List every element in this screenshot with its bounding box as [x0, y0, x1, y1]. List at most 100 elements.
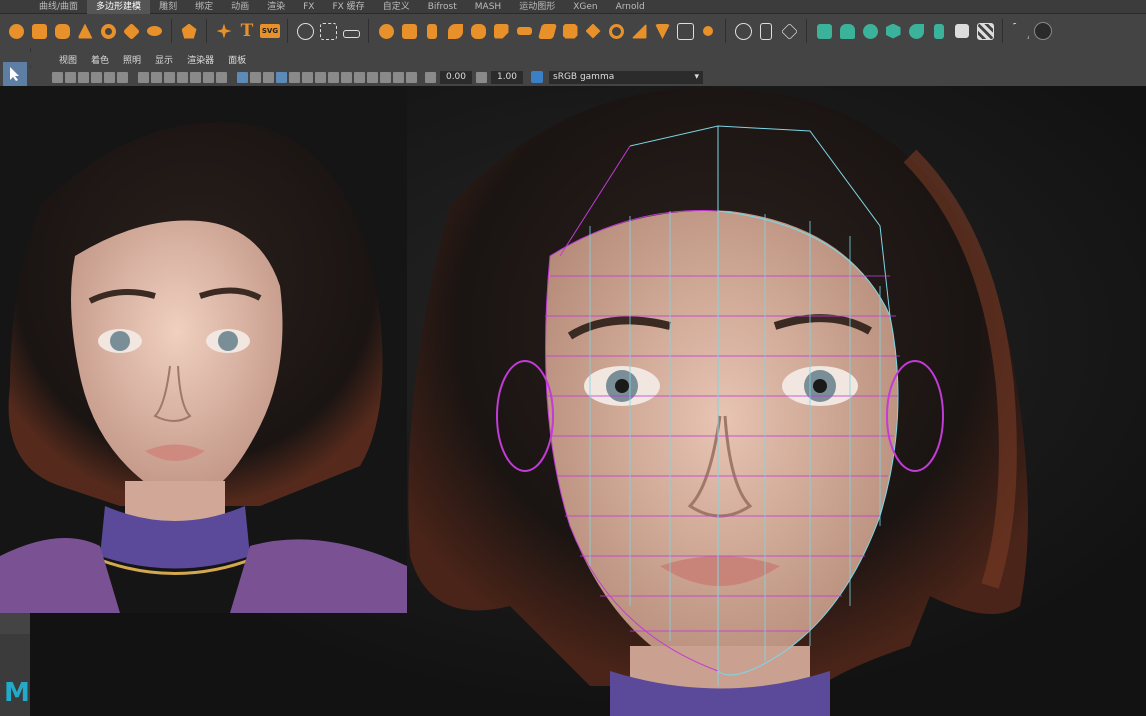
shelf-tab[interactable]: 曲线/曲面	[30, 0, 87, 14]
shelf-tab[interactable]: FX	[294, 0, 323, 14]
shelf-tab[interactable]: MASH	[466, 0, 510, 14]
xray-icon[interactable]	[380, 71, 391, 83]
text-tool-icon[interactable]: T	[237, 21, 257, 41]
two-d-pan-icon[interactable]	[104, 71, 115, 83]
shade-default-icon[interactable]	[263, 71, 274, 83]
field-chart-icon[interactable]	[190, 71, 201, 83]
resolution-gate-icon[interactable]	[164, 71, 175, 83]
poly-cube-icon[interactable]	[29, 21, 49, 41]
bookmark-icon[interactable]	[78, 71, 89, 83]
shadows-icon[interactable]	[315, 71, 326, 83]
symmetry-icon[interactable]	[1010, 21, 1030, 41]
booleans-icon[interactable]	[445, 21, 465, 41]
polygon-sweep-icon[interactable]	[295, 21, 315, 41]
shelf-tab[interactable]: FX 缓存	[323, 0, 373, 14]
uv-camera-icon[interactable]	[906, 21, 926, 41]
average-vertices-icon[interactable]	[491, 21, 511, 41]
right-pupil	[813, 379, 827, 393]
safe-action-icon[interactable]	[203, 71, 214, 83]
poke-icon[interactable]	[652, 21, 672, 41]
gamma-icon[interactable]	[476, 71, 487, 83]
shelf-tab[interactable]: 雕刻	[150, 0, 186, 14]
exposure-field[interactable]: 0.00	[440, 70, 472, 84]
smooth-icon[interactable]	[468, 21, 488, 41]
wireframe-icon[interactable]	[237, 71, 248, 83]
gate-mask-icon[interactable]	[177, 71, 188, 83]
measure-tool-icon[interactable]	[341, 21, 361, 41]
grid-icon[interactable]	[138, 71, 149, 83]
chevron-down-icon: ▾	[694, 72, 699, 82]
target-weld-icon[interactable]	[698, 21, 718, 41]
poly-sphere-icon[interactable]	[6, 21, 26, 41]
exposure-icon[interactable]	[425, 71, 436, 83]
append-polygon-icon[interactable]	[583, 21, 603, 41]
uv-cylindrical-icon[interactable]	[837, 21, 857, 41]
safe-title-icon[interactable]	[216, 71, 227, 83]
slide-edge-icon[interactable]	[779, 21, 799, 41]
viewport-menu-item[interactable]: 照明	[116, 53, 148, 66]
extrude-icon[interactable]	[537, 21, 557, 41]
shelf-tab[interactable]: XGen	[564, 0, 606, 14]
uv-unfold-icon[interactable]	[929, 21, 949, 41]
quad-draw-icon[interactable]	[733, 21, 753, 41]
poly-plane-icon[interactable]	[121, 21, 141, 41]
shelf-tab[interactable]: 自定义	[374, 0, 419, 14]
image-plane-icon[interactable]	[91, 71, 102, 83]
shelf-separator	[368, 19, 369, 43]
smooth-shade-icon[interactable]	[250, 71, 261, 83]
motion-blur-icon[interactable]	[341, 71, 352, 83]
uv-spherical-icon[interactable]	[860, 21, 880, 41]
platonic-solid-icon[interactable]	[179, 21, 199, 41]
shelf-tab[interactable]: Bifrost	[419, 0, 466, 14]
viewport-menu-item[interactable]: 面板	[221, 53, 253, 66]
wireframe-on-shaded-icon[interactable]	[276, 71, 287, 83]
color-management-icon[interactable]	[531, 71, 543, 83]
arrow-select-icon[interactable]	[3, 62, 27, 86]
uv-planar-icon[interactable]	[814, 21, 834, 41]
film-gate-icon[interactable]	[151, 71, 162, 83]
bevel-icon[interactable]	[560, 21, 580, 41]
shelf-tab[interactable]: 渲染	[258, 0, 294, 14]
separate-icon[interactable]	[399, 21, 419, 41]
shelf-separator	[1002, 19, 1003, 43]
textured-icon[interactable]	[289, 71, 300, 83]
edge-loop-icon[interactable]	[756, 21, 776, 41]
shelf-tab[interactable]: 运动图形	[510, 0, 564, 14]
poly-cone-icon[interactable]	[75, 21, 95, 41]
viewport-menu-item[interactable]: 显示	[148, 53, 180, 66]
viewport-menu-item[interactable]: 着色	[84, 53, 116, 66]
uv-layout-icon[interactable]	[952, 21, 972, 41]
screen-space-ao-icon[interactable]	[328, 71, 339, 83]
poly-cylinder-icon[interactable]	[52, 21, 72, 41]
uv-checker-icon[interactable]	[975, 21, 995, 41]
multi-cut-icon[interactable]	[675, 21, 695, 41]
pivot-center-icon[interactable]	[1033, 21, 1053, 41]
xray-joints-icon[interactable]	[393, 71, 404, 83]
xray-components-icon[interactable]	[406, 71, 417, 83]
super-shape-icon[interactable]	[214, 21, 234, 41]
anti-aliasing-icon[interactable]	[354, 71, 365, 83]
fill-hole-icon[interactable]	[606, 21, 626, 41]
bridge-icon[interactable]	[514, 21, 534, 41]
combine-icon[interactable]	[376, 21, 396, 41]
use-all-lights-icon[interactable]	[302, 71, 313, 83]
grease-pencil-icon[interactable]	[117, 71, 128, 83]
camera-attributes-icon[interactable]	[65, 71, 76, 83]
shelf-tab[interactable]: 动画	[222, 0, 258, 14]
viewport-menu-item[interactable]: 渲染器	[180, 53, 221, 66]
wedge-icon[interactable]	[629, 21, 649, 41]
shelf-tab[interactable]: Arnold	[607, 0, 654, 14]
isolate-select-icon[interactable]	[367, 71, 378, 83]
poly-disc-icon[interactable]	[144, 21, 164, 41]
type-tool-icon[interactable]	[318, 21, 338, 41]
viewport-menu-item[interactable]: 视图	[52, 53, 84, 66]
poly-torus-icon[interactable]	[98, 21, 118, 41]
svg-tool-icon[interactable]: SVG	[259, 21, 281, 41]
view-transform-dropdown[interactable]: sRGB gamma ▾	[549, 70, 703, 84]
select-camera-icon[interactable]	[52, 71, 63, 83]
shelf-tab[interactable]: 多边形建模	[87, 0, 151, 14]
extract-icon[interactable]	[422, 21, 442, 41]
shelf-tab[interactable]: 绑定	[186, 0, 222, 14]
gamma-field[interactable]: 1.00	[491, 70, 523, 84]
uv-automatic-icon[interactable]	[883, 21, 903, 41]
